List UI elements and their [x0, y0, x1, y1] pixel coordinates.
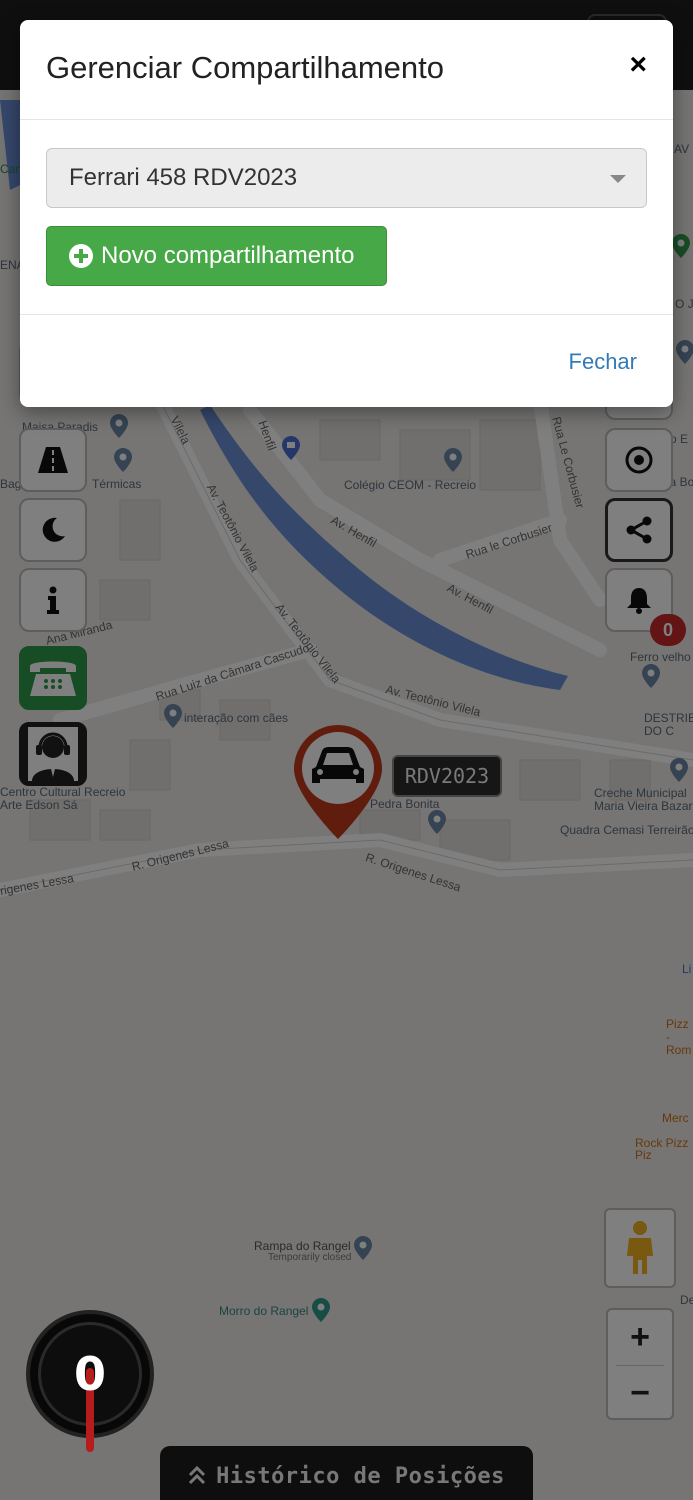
close-button[interactable]: Fechar	[569, 349, 637, 375]
modal-header: Gerenciar Compartilhamento ×	[20, 20, 673, 120]
vehicle-select-value: Ferrari 458 RDV2023	[69, 164, 298, 191]
chevron-down-icon	[610, 175, 626, 183]
new-share-button[interactable]: Novo compartilhamento	[46, 226, 387, 286]
close-icon[interactable]: ×	[629, 50, 647, 80]
modal-title: Gerenciar Compartilhamento	[46, 50, 445, 85]
modal-footer: Fechar	[20, 315, 673, 407]
speed-value: 0	[73, 1347, 106, 1401]
new-share-label: Novo compartilhamento	[101, 242, 355, 269]
vehicle-select[interactable]: Ferrari 458 RDV2023	[46, 148, 647, 208]
manage-sharing-modal: Gerenciar Compartilhamento × Ferrari 458…	[20, 20, 673, 407]
plus-circle-icon	[69, 244, 93, 268]
modal-body: Ferrari 458 RDV2023 Novo compartilhament…	[20, 120, 673, 315]
